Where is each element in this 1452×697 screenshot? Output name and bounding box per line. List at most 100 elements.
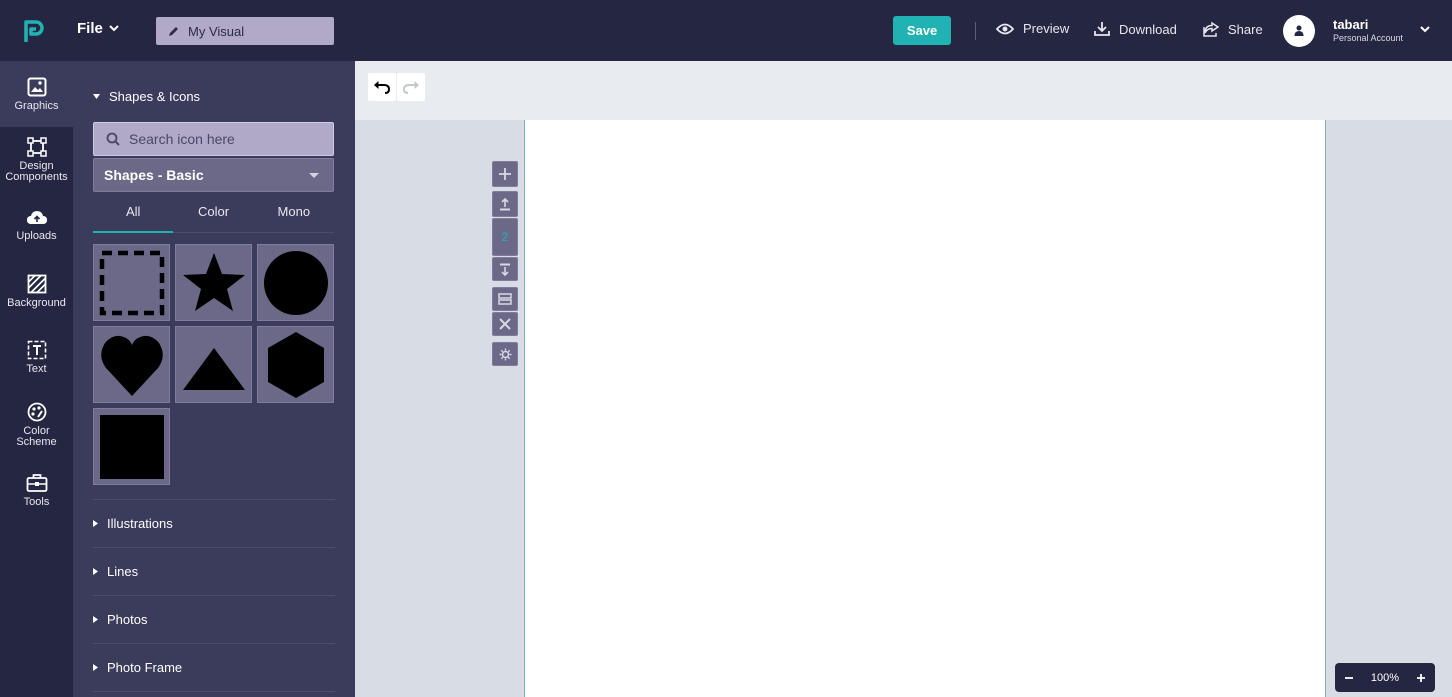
- save-button[interactable]: Save: [893, 16, 951, 45]
- move-down-icon: [500, 263, 510, 276]
- square-icon: [99, 414, 164, 479]
- rail-item-uploads[interactable]: Uploads: [0, 209, 73, 249]
- download-button[interactable]: Download: [1094, 21, 1177, 37]
- redo-button[interactable]: [397, 73, 425, 101]
- move-up-icon: [500, 197, 510, 210]
- caret-right-icon: [93, 568, 98, 575]
- caret-right-icon: [93, 664, 98, 671]
- graphics-panel: Shapes & Icons Shapes - Basic All Color …: [73, 61, 355, 697]
- category-select[interactable]: Shapes - Basic: [93, 158, 334, 192]
- heart-icon: [100, 335, 163, 396]
- rail-item-background[interactable]: Background: [0, 274, 73, 314]
- redo-icon: [402, 81, 419, 94]
- components-icon: [26, 137, 47, 157]
- section-label: Photo Frame: [107, 660, 183, 675]
- icon-search-input[interactable]: [129, 131, 329, 147]
- section-illustrations[interactable]: Illustrations: [93, 516, 173, 531]
- download-label: Download: [1119, 21, 1177, 37]
- rail-item-label: Uploads: [16, 230, 57, 242]
- zoom-control: 100%: [1335, 663, 1435, 692]
- document-title: My Visual: [188, 23, 245, 39]
- user-account-type: Personal Account: [1333, 33, 1404, 43]
- rail-item-label: Background: [7, 297, 66, 309]
- shapes-grid: [93, 244, 336, 485]
- pencil-icon: [169, 27, 178, 36]
- shape-tile-hexagon[interactable]: [257, 326, 334, 403]
- rail-item-label: Tools: [23, 496, 50, 508]
- move-page-down-button[interactable]: [492, 257, 518, 281]
- preview-button[interactable]: Preview: [996, 21, 1069, 36]
- image-icon: [27, 77, 46, 97]
- rail-item-color-scheme[interactable]: Color Scheme: [0, 402, 73, 452]
- user-name[interactable]: tabari: [1333, 17, 1368, 32]
- chevron-down-icon: [109, 25, 119, 32]
- shape-tile-circle[interactable]: [257, 244, 334, 321]
- left-rail: Graphics Design Components Uploads Backg…: [0, 61, 73, 697]
- divider: [93, 499, 335, 500]
- divider: [975, 22, 976, 40]
- rail-item-text[interactable]: Text: [0, 340, 73, 380]
- icon-search-box[interactable]: [93, 122, 334, 156]
- avatar[interactable]: [1283, 15, 1315, 47]
- plus-icon: [499, 168, 511, 180]
- document-title-field[interactable]: My Visual: [156, 17, 334, 45]
- download-icon: [1094, 22, 1110, 36]
- share-label: Share: [1228, 21, 1263, 37]
- section-label: Illustrations: [107, 516, 173, 531]
- editor-toolbar: [355, 61, 1452, 120]
- rail-item-design-components[interactable]: Design Components: [0, 137, 73, 187]
- category-select-value: Shapes - Basic: [104, 167, 204, 183]
- shape-tile-square[interactable]: [93, 408, 170, 485]
- divider: [93, 691, 335, 692]
- circle-icon: [263, 250, 328, 315]
- palette-icon: [27, 402, 46, 422]
- user-icon: [1294, 25, 1304, 36]
- rail-item-label: Design Components: [5, 160, 68, 183]
- rail-item-label: Text: [26, 363, 47, 375]
- canvas-page[interactable]: [524, 120, 1326, 697]
- text-box-icon: [27, 340, 46, 360]
- rail-item-tools[interactable]: Tools: [0, 473, 73, 513]
- section-photo-frame[interactable]: Photo Frame: [93, 660, 182, 675]
- shape-tile-dashed-square[interactable]: [93, 244, 170, 321]
- shape-tile-heart[interactable]: [93, 326, 170, 403]
- hexagon-icon: [267, 331, 324, 398]
- section-photos[interactable]: Photos: [93, 612, 147, 627]
- rail-item-label: Color Scheme: [16, 425, 57, 448]
- undo-icon: [374, 81, 391, 94]
- close-icon: [499, 318, 511, 330]
- page-settings-button[interactable]: [492, 342, 518, 366]
- search-icon: [106, 132, 120, 146]
- app-logo-icon[interactable]: [22, 18, 46, 44]
- duplicate-page-button[interactable]: [492, 287, 518, 311]
- delete-page-button[interactable]: [492, 312, 518, 336]
- shape-tile-star[interactable]: [175, 244, 252, 321]
- preview-label: Preview: [1023, 21, 1070, 36]
- section-title: Shapes & Icons: [109, 89, 201, 104]
- section-label: Photos: [107, 612, 148, 627]
- zoom-out-icon[interactable]: [1344, 673, 1354, 683]
- caret-right-icon: [93, 520, 98, 527]
- add-page-button[interactable]: [492, 161, 518, 187]
- cloud-upload-icon: [26, 211, 47, 224]
- section-lines[interactable]: Lines: [93, 564, 138, 579]
- zoom-in-icon[interactable]: [1416, 673, 1426, 683]
- undo-button[interactable]: [368, 73, 396, 101]
- eye-icon: [996, 23, 1014, 34]
- share-button[interactable]: Share: [1203, 21, 1263, 37]
- section-shapes-icons[interactable]: Shapes & Icons: [93, 89, 200, 104]
- toolbox-icon: [26, 474, 47, 492]
- rail-item-graphics[interactable]: Graphics: [0, 61, 73, 127]
- tab-all[interactable]: All: [93, 200, 174, 233]
- shape-tile-triangle[interactable]: [175, 326, 252, 403]
- tab-mono[interactable]: Mono: [254, 200, 334, 232]
- move-page-up-button[interactable]: [492, 191, 518, 217]
- page-number-indicator: 2: [492, 218, 518, 256]
- hatched-square-icon: [27, 274, 46, 294]
- file-menu[interactable]: File: [77, 20, 119, 37]
- tab-color[interactable]: Color: [173, 200, 253, 232]
- zoom-level: 100%: [1370, 671, 1400, 684]
- page-number: 2: [501, 230, 509, 244]
- stack-icon: [498, 293, 512, 305]
- chevron-down-icon[interactable]: [1420, 26, 1430, 33]
